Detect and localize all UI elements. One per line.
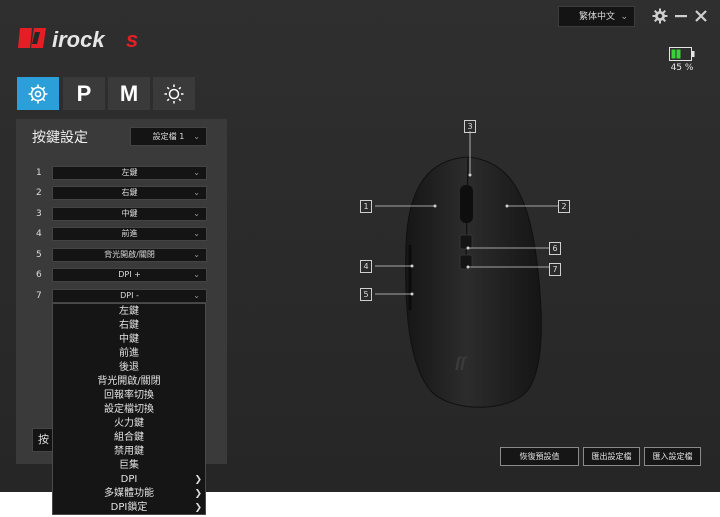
key-7-value: DPI - (120, 291, 139, 300)
key-4-select[interactable]: 前進 ⌄ (52, 227, 207, 241)
key-2-select[interactable]: 右鍵 ⌄ (52, 186, 207, 200)
row-number: 7 (36, 291, 42, 301)
battery-percent: 45 % (670, 63, 694, 73)
key-3-select[interactable]: 中鍵 ⌄ (52, 207, 207, 221)
language-select[interactable]: 繁体中文 ⌄ (558, 6, 635, 27)
menu-item-macro[interactable]: 巨集 (53, 459, 205, 473)
minimize-icon[interactable] (673, 8, 689, 24)
gear-icon[interactable] (652, 8, 668, 24)
tab-lighting[interactable] (153, 77, 195, 110)
callout-3: 3 (464, 120, 476, 133)
key-1-select[interactable]: 左鍵 ⌄ (52, 166, 207, 180)
menu-item-disable-key[interactable]: 禁用鍵 (53, 445, 205, 459)
chevron-right-icon: ❯ (194, 475, 202, 485)
menu-item-combo-key[interactable]: 組合鍵 (53, 431, 205, 445)
menu-item-backlight-toggle[interactable]: 背光開啟/關閉 (53, 375, 205, 389)
menu-item-dpi-lock[interactable]: DPI鎖定 ❯ (53, 501, 205, 515)
menu-item-right-click[interactable]: 右鍵 (53, 319, 205, 333)
menu-item-forward[interactable]: 前進 (53, 347, 205, 361)
key-1-value: 左鍵 (121, 168, 138, 177)
row-number: 1 (36, 168, 42, 178)
svg-text:irock: irock (52, 27, 106, 52)
battery-icon (669, 46, 695, 61)
menu-item-middle-click[interactable]: 中鍵 (53, 333, 205, 347)
menu-item-dpi-label: DPI (120, 474, 138, 485)
menu-item-dpi-lock-label: DPI鎖定 (110, 502, 148, 513)
chevron-down-icon: ⌄ (193, 132, 200, 141)
key-6-value: DPI + (118, 270, 141, 279)
callout-2: 2 (558, 200, 570, 213)
key-5-value: 背光開啟/關閉 (104, 250, 155, 259)
tab-profile-label: P (76, 80, 92, 106)
chevron-down-icon: ⌄ (620, 12, 628, 22)
import-profile-button[interactable]: 匯入設定檔 (644, 447, 701, 466)
chevron-right-icon: ❯ (194, 489, 202, 499)
profile-value: 設定檔 1 (152, 132, 185, 141)
panel-title: 按鍵設定 (32, 130, 88, 146)
chevron-right-icon: ❯ (194, 503, 202, 513)
language-value: 繁体中文 (579, 12, 616, 22)
callout-1: 1 (360, 200, 372, 213)
row-number: 6 (36, 270, 42, 280)
menu-item-profile-switch[interactable]: 設定檔切換 (53, 403, 205, 417)
chevron-down-icon: ⌄ (193, 188, 200, 197)
chevron-down-icon: ⌄ (193, 209, 200, 218)
gear-icon (28, 84, 48, 103)
tab-keys[interactable] (17, 77, 59, 110)
tab-macro-label: M (119, 80, 139, 106)
svg-text:s: s (126, 27, 138, 52)
key-5-select[interactable]: 背光開啟/關閉 ⌄ (52, 248, 207, 262)
row-number: 5 (36, 250, 42, 260)
menu-item-dpi[interactable]: DPI ❯ (53, 473, 205, 487)
close-icon[interactable] (693, 8, 709, 24)
menu-item-multimedia[interactable]: 多媒體功能 ❯ (53, 487, 205, 501)
chevron-down-icon: ⌄ (193, 229, 200, 238)
key-function-menu: 左鍵 右鍵 中鍵 前進 後退 背光開啟/關閉 回報率切換 設定檔切換 火力鍵 組… (52, 303, 206, 515)
menu-item-fire-key[interactable]: 火力鍵 (53, 417, 205, 431)
chevron-down-icon: ⌄ (193, 270, 200, 279)
brand-logo: irock s (18, 24, 148, 52)
menu-item-left-click[interactable]: 左鍵 (53, 305, 205, 319)
menu-item-report-rate[interactable]: 回報率切換 (53, 389, 205, 403)
chevron-down-icon: ⌄ (193, 250, 200, 259)
row-number: 2 (36, 188, 42, 198)
key-3-value: 中鍵 (121, 209, 138, 218)
callout-6: 6 (549, 242, 561, 255)
row-number: 3 (36, 209, 42, 219)
callout-4: 4 (360, 260, 372, 273)
profile-select[interactable]: 設定檔 1 ⌄ (130, 127, 207, 146)
sun-icon (164, 84, 184, 103)
restore-default-button[interactable]: 恢復預設值 (500, 447, 579, 466)
callout-7: 7 (549, 263, 561, 276)
menu-item-back[interactable]: 後退 (53, 361, 205, 375)
callout-5: 5 (360, 288, 372, 301)
tab-macro[interactable]: M (108, 77, 150, 110)
chevron-down-icon: ⌄ (193, 291, 200, 300)
key-4-value: 前進 (121, 229, 138, 238)
chevron-down-icon: ⌄ (193, 168, 200, 177)
row-number: 4 (36, 229, 42, 239)
key-6-select[interactable]: DPI + ⌄ (52, 268, 207, 282)
export-profile-button[interactable]: 匯出設定檔 (583, 447, 640, 466)
menu-item-multimedia-label: 多媒體功能 (104, 488, 154, 499)
key-2-value: 右鍵 (121, 188, 138, 197)
key-7-select[interactable]: DPI - ⌄ (52, 289, 207, 303)
key-settings-button-label: 按鍵 (38, 433, 49, 446)
tab-profile[interactable]: P (63, 77, 105, 110)
